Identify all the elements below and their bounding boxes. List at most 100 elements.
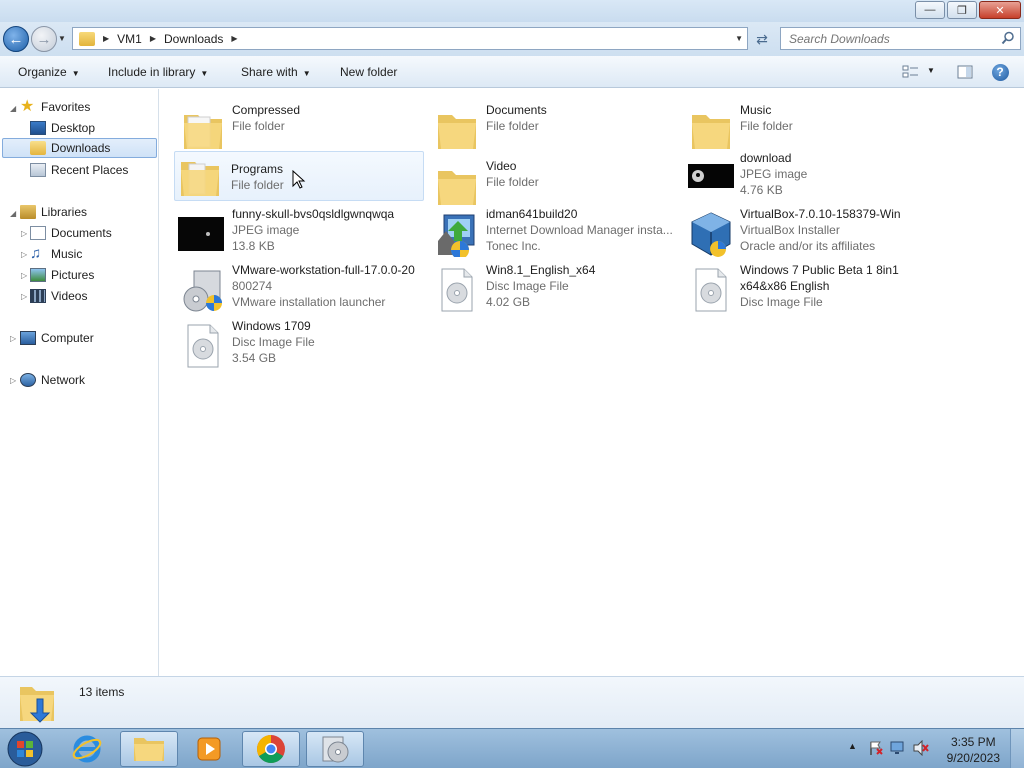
close-button[interactable]: ✕: [979, 1, 1021, 19]
file-item-music[interactable]: Music File folder: [684, 103, 934, 155]
desktop-icon: [30, 121, 46, 135]
search-input[interactable]: [789, 28, 989, 49]
minimize-button[interactable]: —: [915, 1, 945, 19]
file-name: idman641build20: [486, 207, 578, 221]
file-name: Video: [486, 159, 517, 173]
system-tray: ▲ 3:35 PM 9/20/2023: [834, 729, 1024, 768]
taskbar: ▲ 3:35 PM 9/20/2023: [0, 728, 1024, 768]
breadcrumb-vm1[interactable]: VM1: [117, 32, 142, 46]
expand-triangle-icon[interactable]: ▷: [21, 271, 27, 280]
search-icon[interactable]: [1001, 31, 1015, 45]
title-bar: — ❐ ✕: [0, 0, 1024, 22]
media-player-icon: [197, 737, 221, 761]
file-name: download: [740, 151, 792, 165]
start-button[interactable]: [2, 730, 48, 768]
nav-libraries-label: Libraries: [41, 205, 88, 219]
file-item-video[interactable]: Video File folder: [430, 159, 680, 211]
nav-downloads[interactable]: Downloads: [2, 138, 157, 158]
taskbar-file-explorer[interactable]: [120, 731, 178, 767]
volume-muted-icon[interactable]: [912, 740, 930, 756]
computer-icon: [20, 331, 36, 345]
file-item-idman[interactable]: idman641build20 Internet Download Manage…: [430, 207, 680, 259]
nav-network[interactable]: Network: [20, 370, 85, 390]
maximize-button[interactable]: ❐: [947, 1, 977, 19]
folder-icon: [181, 162, 219, 196]
nav-library-documents[interactable]: Documents: [30, 223, 112, 243]
new-folder-button[interactable]: New folder: [340, 65, 397, 79]
expand-triangle-icon[interactable]: ▷: [21, 292, 27, 301]
window-controls: — ❐ ✕: [915, 1, 1021, 19]
chevron-down-icon[interactable]: ▼: [735, 34, 743, 43]
collapse-triangle-icon[interactable]: ◢: [10, 209, 16, 218]
taskbar-internet-explorer[interactable]: [58, 731, 116, 767]
internet-explorer-icon: [72, 735, 102, 763]
file-item-win81[interactable]: Win8.1_English_x64 Disc Image File 4.02 …: [430, 263, 680, 315]
show-hidden-icons-button[interactable]: ▲: [848, 741, 857, 751]
recent-places-icon: [30, 163, 46, 177]
nav-favorites-label: Favorites: [41, 100, 91, 114]
file-item-windows7[interactable]: Windows 7 Public Beta 1 8in1 x64&x86 Eng…: [684, 263, 934, 315]
file-name: funny-skull-bvs0qsldlgwnqwqa: [232, 207, 395, 221]
file-type: JPEG image: [232, 223, 300, 237]
search-box[interactable]: [780, 27, 1021, 50]
nav-library-pictures[interactable]: Pictures: [30, 265, 94, 285]
view-options-dropdown[interactable]: ▼: [927, 66, 935, 75]
file-type: JPEG image: [740, 167, 808, 181]
help-button[interactable]: ?: [989, 62, 1011, 82]
nav-library-music[interactable]: ♫ Music: [30, 244, 82, 264]
file-item-documents[interactable]: Documents File folder: [430, 103, 680, 155]
expand-triangle-icon[interactable]: ▷: [21, 229, 27, 238]
file-type: Disc Image File: [486, 279, 569, 293]
file-name: Windows 7 Public Beta 1 8in1: [740, 263, 899, 277]
nav-computer[interactable]: Computer: [20, 328, 94, 348]
share-with-button[interactable]: Share with ▼: [241, 65, 311, 79]
breadcrumb-downloads[interactable]: Downloads: [164, 32, 223, 46]
show-desktop-button[interactable]: [1010, 729, 1024, 768]
file-name-line2: 800274: [232, 279, 273, 293]
address-bar[interactable]: ▶ VM1 ▶ Downloads ▶ ▼: [72, 27, 748, 50]
file-item-download[interactable]: download JPEG image 4.76 KB: [684, 151, 934, 203]
expand-triangle-icon[interactable]: ▷: [10, 334, 16, 343]
action-center-flag-icon[interactable]: [868, 740, 884, 756]
refresh-icon[interactable]: ⇄: [752, 30, 772, 48]
nav-desktop[interactable]: Desktop: [30, 118, 95, 138]
file-item-virtualbox[interactable]: VirtualBox-7.0.10-158379-Win VirtualBox …: [684, 207, 934, 259]
file-item-funny-skull[interactable]: funny-skull-bvs0qsldlgwnqwqa JPEG image …: [176, 207, 426, 259]
nav-recent-places[interactable]: Recent Places: [30, 160, 128, 180]
chevron-right-icon[interactable]: ▶: [103, 34, 109, 43]
details-pane: 13 items: [0, 676, 1024, 728]
forward-button[interactable]: →: [31, 26, 57, 52]
include-in-library-button[interactable]: Include in library ▼: [108, 65, 208, 79]
preview-pane-button[interactable]: [954, 62, 976, 82]
chevron-right-icon[interactable]: ▶: [150, 34, 156, 43]
clock[interactable]: 3:35 PM 9/20/2023: [947, 734, 1000, 766]
collapse-triangle-icon[interactable]: ◢: [10, 104, 16, 113]
virtualbox-icon: [691, 212, 731, 257]
libraries-icon: [20, 205, 36, 219]
recent-pages-dropdown[interactable]: ▼: [58, 34, 66, 43]
nav-library-videos[interactable]: Videos: [30, 286, 87, 306]
file-item-compressed[interactable]: Compressed File folder: [176, 103, 426, 155]
include-in-library-label: Include in library: [108, 65, 196, 79]
chevron-right-icon[interactable]: ▶: [231, 34, 237, 43]
organize-label: Organize: [18, 65, 67, 79]
file-item-windows1709[interactable]: Windows 1709 Disc Image File 3.54 GB: [176, 319, 426, 371]
help-icon: ?: [991, 63, 1009, 81]
taskbar-media-player[interactable]: [180, 731, 238, 767]
nav-libraries[interactable]: Libraries: [20, 202, 87, 222]
expand-triangle-icon[interactable]: ▷: [10, 376, 16, 385]
taskbar-disc-burner[interactable]: [306, 731, 364, 767]
nav-favorites[interactable]: ★ Favorites: [20, 97, 90, 117]
back-button[interactable]: ←: [3, 26, 29, 52]
file-type: VirtualBox Installer: [740, 223, 840, 237]
file-list: Compressed File folder Documents File fo…: [160, 89, 1024, 676]
folder-icon: [438, 171, 476, 205]
expand-triangle-icon[interactable]: ▷: [21, 250, 27, 259]
change-view-button[interactable]: [900, 62, 922, 82]
file-name: Programs: [231, 162, 284, 176]
organize-button[interactable]: Organize ▼: [18, 65, 80, 79]
network-status-icon[interactable]: [890, 740, 906, 756]
nav-videos-label: Videos: [51, 289, 88, 303]
file-item-vmware[interactable]: VMware-workstation-full-17.0.0-20 800274…: [176, 263, 426, 315]
taskbar-chrome[interactable]: [242, 731, 300, 767]
